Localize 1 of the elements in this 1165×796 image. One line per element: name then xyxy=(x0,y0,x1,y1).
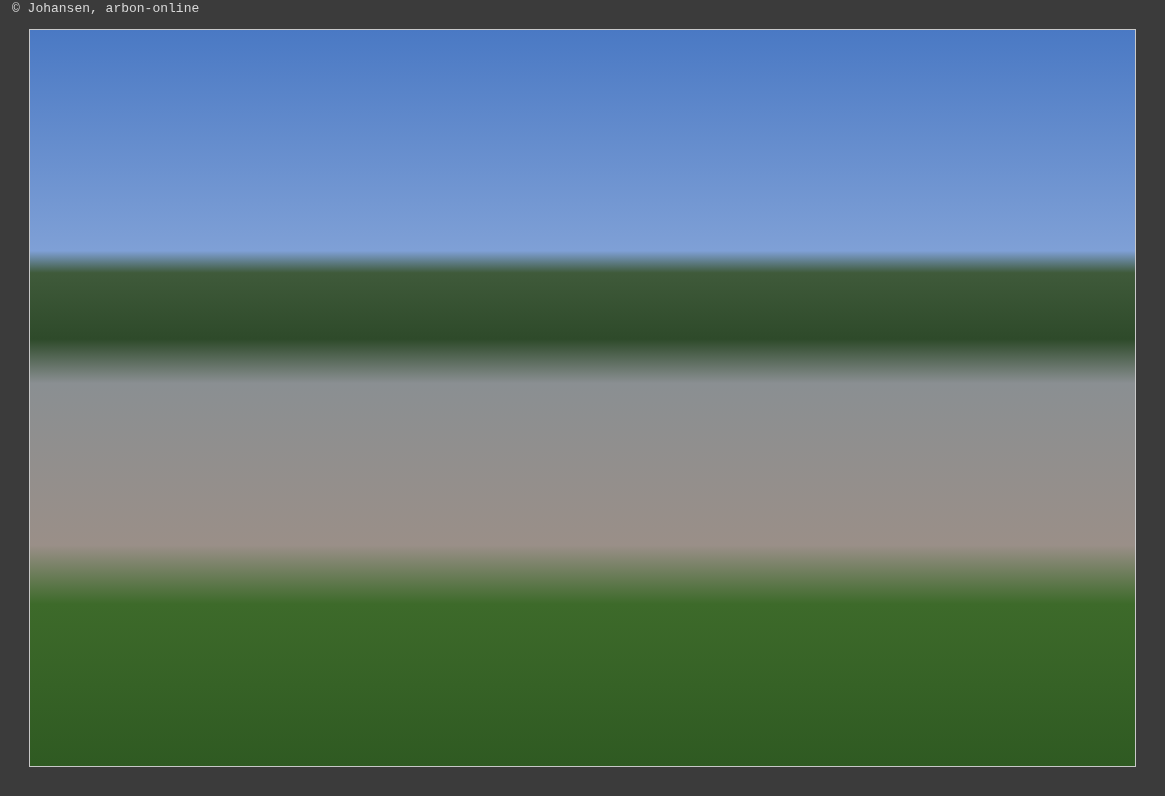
photo-credit: © Johansen, arbon-online xyxy=(12,1,200,16)
